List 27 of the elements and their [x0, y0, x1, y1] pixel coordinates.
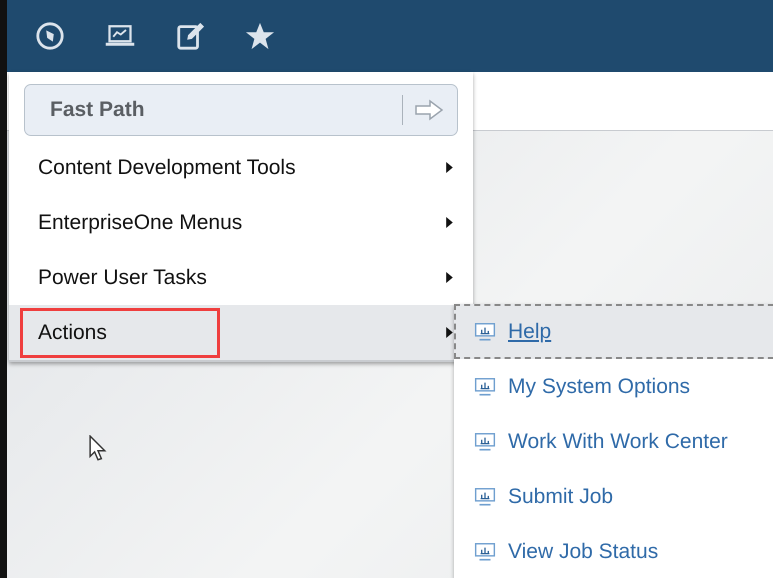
submenu-item[interactable]: View Job Status [454, 524, 773, 578]
edit-icon[interactable] [175, 21, 205, 51]
menu-item[interactable]: Power User Tasks [9, 250, 473, 305]
monitor-icon [474, 542, 496, 562]
monitor-icon [474, 486, 496, 506]
menu-item-label: Actions [20, 308, 220, 358]
star-icon[interactable] [245, 21, 275, 51]
arrow-right-icon[interactable] [414, 99, 444, 121]
submenu-arrow-icon [446, 327, 453, 338]
submenu-item[interactable]: Submit Job [454, 469, 773, 524]
menu-item-label: Content Development Tools [37, 154, 297, 180]
menu-item-label: Power User Tasks [37, 264, 208, 290]
submenu-arrow-icon [446, 162, 453, 173]
submenu-arrow-icon [446, 217, 453, 228]
fast-path-field[interactable]: Fast Path [24, 84, 458, 136]
submenu-item[interactable]: My System Options [454, 359, 773, 414]
monitor-icon [474, 322, 496, 342]
compass-icon[interactable] [35, 21, 65, 51]
cursor-icon [89, 435, 107, 462]
submenu-arrow-icon [446, 272, 453, 283]
submenu-item[interactable]: Work With Work Center [454, 414, 773, 469]
submenu-item[interactable]: Help [454, 304, 773, 359]
menu-item[interactable]: EnterpriseOne Menus [9, 195, 473, 250]
monitor-icon [474, 432, 496, 452]
menu-item[interactable]: Content Development Tools [9, 140, 473, 195]
monitor-icon [474, 376, 496, 396]
menu-item-label: EnterpriseOne Menus [37, 210, 244, 236]
